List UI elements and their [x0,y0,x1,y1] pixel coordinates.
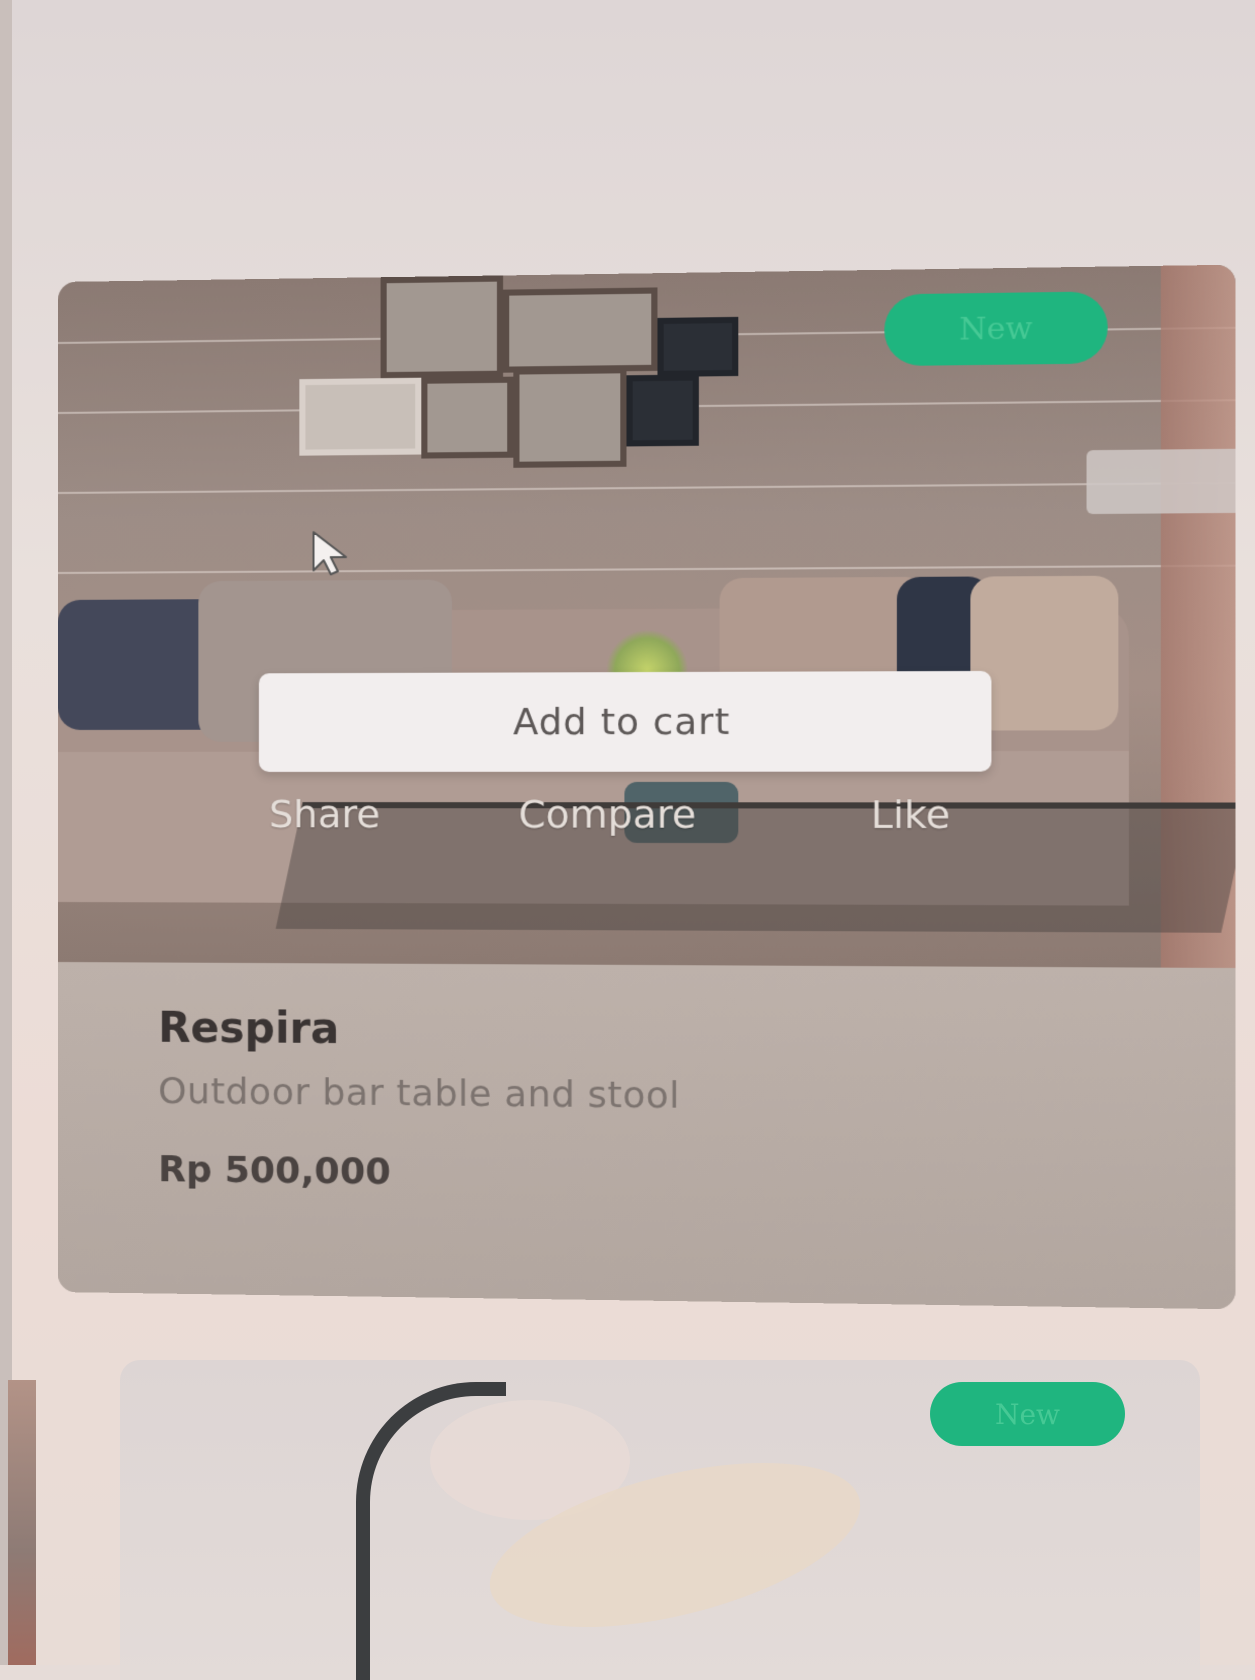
new-badge: New [930,1382,1125,1446]
new-badge: New [884,291,1108,367]
floor-lamp-stand [356,1382,506,1680]
product-name[interactable]: Respira [158,1003,339,1054]
wall-line [58,564,1236,574]
wall-frame [513,367,627,468]
compare-button[interactable]: Compare [518,792,696,837]
lamp-shade [1086,448,1236,515]
product-image[interactable]: New Add to cart Share Compare Like [58,264,1236,968]
cushion [970,575,1119,731]
like-button[interactable]: Like [871,792,950,837]
wall-frame [657,316,739,377]
wall-frame [299,377,422,456]
product-card[interactable]: New Add to cart Share Compare Like Respi… [58,264,1236,1310]
product-description: Outdoor bar table and stool [158,1070,681,1117]
product-price: Rp 500,000 [158,1149,391,1193]
product-card-next[interactable]: New [120,1360,1200,1680]
add-to-cart-button[interactable]: Add to cart [258,670,992,772]
wall-line [58,481,1236,494]
wall-frame [421,376,514,459]
wall-frame [503,287,658,373]
share-button[interactable]: Share [269,792,380,836]
mouse-cursor-icon [309,530,354,579]
wall-frame [380,275,504,379]
product-info: Respira Outdoor bar table and stool Rp 5… [58,962,1236,1310]
card-actions: Share Compare Like [259,792,1002,854]
wall-frame [626,374,699,447]
adjacent-card-edge [8,1380,36,1665]
